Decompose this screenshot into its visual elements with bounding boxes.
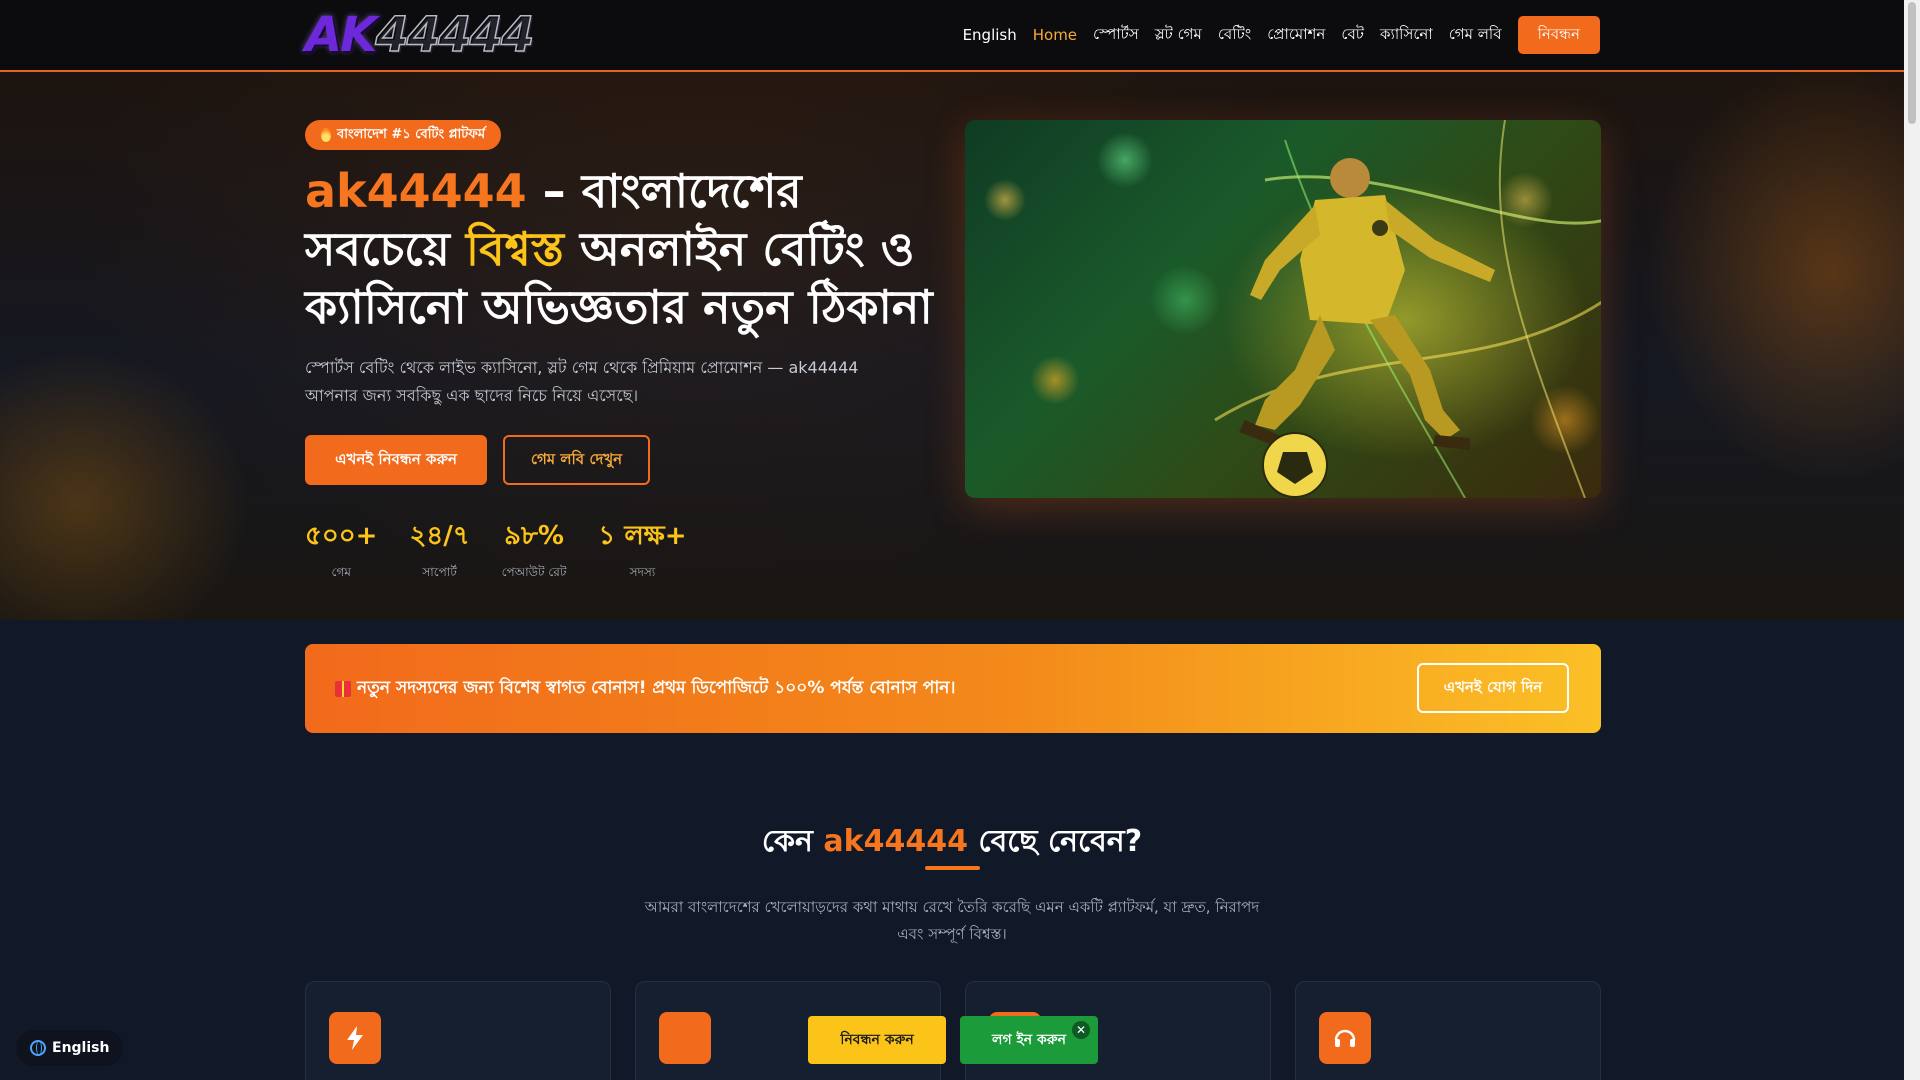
close-icon[interactable]: ✕ [1072, 1021, 1090, 1039]
football-player-illustration [1214, 120, 1601, 498]
nav-bet[interactable]: বেট [1341, 23, 1364, 48]
scrollbar-thumb[interactable] [1908, 2, 1916, 124]
nav-slot-games[interactable]: স্লট গেম [1155, 23, 1202, 48]
promo-text: নতুন সদস্যদের জন্য বিশেষ স্বাগত বোনাস! প… [357, 677, 956, 698]
headset-icon [1319, 1012, 1371, 1064]
logo-number: 44444 [375, 7, 536, 63]
site-logo[interactable]: AK44444 [305, 7, 536, 63]
join-now-button[interactable]: এখনই যোগ দিন [1417, 663, 1569, 713]
hero-description: স্পোর্টস বেটিং থেকে লাইভ ক্যাসিনো, স্লট … [305, 358, 859, 405]
flame-icon [321, 128, 331, 142]
header-register-button[interactable]: নিবন্ধন [1517, 16, 1600, 54]
stat-games: ৫০০+ গেম [305, 520, 377, 584]
hero-badge-label: বাংলাদেশ #১ বেটিং প্লাটফর্ম [337, 126, 486, 142]
stat-label: সদস্য [629, 565, 656, 579]
stat-value: ১ লক্ষ+ [598, 521, 687, 551]
nav-home[interactable]: Home [1033, 26, 1077, 44]
register-now-button[interactable]: এখনই নিবন্ধন করুন [305, 435, 487, 485]
language-switcher[interactable]: English [16, 1030, 124, 1066]
stat-support: ২৪/৭ সাপোর্ট [409, 520, 469, 584]
why-title-part1: কেন [761, 824, 824, 859]
nav-betting[interactable]: বেটিং [1218, 23, 1251, 48]
stat-value: ৯৮% [504, 521, 564, 551]
hero-title-trusted: বিশ্বস্ত [465, 222, 565, 276]
promo-banner: নতুন সদস্যদের জন্য বিশেষ স্বাগত বোনাস! প… [305, 644, 1601, 733]
feature-card [305, 981, 611, 1080]
why-title-brand: ak44444 [823, 824, 968, 859]
language-label: English [52, 1040, 110, 1056]
lightning-icon [329, 1012, 381, 1064]
stat-payout: ৯৮% পেআউট রেট [502, 520, 567, 584]
shield-icon [659, 1012, 711, 1064]
floating-register-button[interactable]: নিবন্ধন করুন [808, 1016, 946, 1064]
feature-cards [305, 981, 1601, 1080]
why-title-part2: বেছে নেবেন? [967, 824, 1143, 859]
page-scrollbar[interactable] [1904, 0, 1920, 1080]
logo-ak: AK [305, 7, 377, 63]
gift-icon [335, 680, 351, 697]
promo-message: নতুন সদস্যদের জন্য বিশেষ স্বাগত বোনাস! প… [335, 644, 955, 733]
globe-icon [30, 1040, 46, 1056]
hero-badge: বাংলাদেশ #১ বেটিং প্লাটফর্ম [305, 120, 502, 150]
feature-card [1295, 981, 1601, 1080]
stat-value: ২৪/৭ [409, 521, 470, 551]
hero-football-player-image [965, 120, 1601, 498]
stat-label: গেম [331, 565, 351, 579]
view-game-lobby-button[interactable]: গেম লবি দেখুন [503, 435, 650, 485]
hero-section: বাংলাদেশ #১ বেটিং প্লাটফর্ম ak44444 – বা… [0, 72, 1904, 620]
main-nav: English Home স্পোর্টস স্লট গেম বেটিং প্র… [963, 16, 1600, 54]
nav-promotion[interactable]: প্রোমোশন [1267, 23, 1325, 48]
hero-title-brand: ak44444 [305, 164, 527, 218]
stat-members: ১ লক্ষ+ সদস্য [598, 520, 686, 584]
hero-title: ak44444 – বাংলাদেশের সবচেয়ে বিশ্বস্ত অন… [305, 162, 945, 336]
stat-label: পেআউট রেট [501, 565, 567, 579]
site-header: AK44444 English Home স্পোর্টস স্লট গেম ব… [0, 0, 1904, 72]
hero-stats: ৫০০+ গেম ২৪/৭ সাপোর্ট ৯৮% পেআউট রেট ১ লক… [305, 520, 687, 584]
nav-game-lobby[interactable]: গেম লবি [1449, 23, 1502, 48]
title-underline [925, 866, 980, 870]
why-section-title: কেন ak44444 বেছে নেবেন? [0, 817, 1904, 868]
nav-casino[interactable]: ক্যাসিনো [1380, 23, 1433, 48]
why-description: আমরা বাংলাদেশের খেলোয়াড়দের কথা মাথায় … [644, 898, 1260, 943]
nav-english[interactable]: English [963, 26, 1017, 44]
stat-value: ৫০০+ [305, 521, 378, 551]
stat-label: সাপোর্ট [422, 565, 457, 579]
nav-sports[interactable]: স্পোর্টস [1093, 23, 1139, 48]
